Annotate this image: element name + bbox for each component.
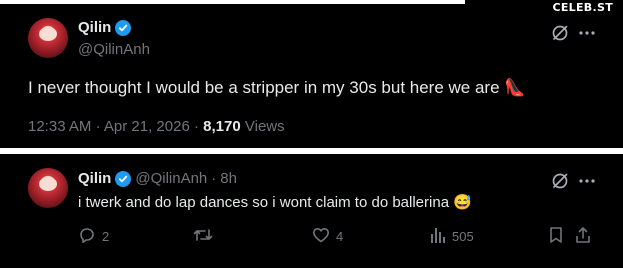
tweet-body: i twerk and do lap dances so i wont clai… — [78, 194, 450, 211]
tweet-date[interactable]: Apr 21, 2026 — [104, 118, 190, 135]
views-count[interactable]: 8,170 — [203, 118, 241, 135]
verified-icon — [115, 19, 132, 36]
reply-tweet[interactable]: Qilin @QilinAnh · 8h i twerk and do lap … — [0, 154, 623, 268]
tweet-text: i twerk and do lap dances so i wont clai… — [78, 193, 472, 211]
author-name-row[interactable]: Qilin @QilinAnh · 8h — [78, 170, 237, 187]
share-button[interactable] — [575, 226, 591, 247]
avatar[interactable] — [28, 168, 68, 208]
action-bar: 2 4 505 — [78, 226, 593, 250]
grok-icon[interactable] — [550, 171, 570, 191]
meta-dot: · — [193, 118, 199, 135]
reply-button[interactable]: 2 — [78, 226, 109, 247]
views-label: Views — [244, 118, 285, 135]
bookmark-button[interactable] — [548, 226, 564, 247]
grok-icon[interactable] — [550, 23, 570, 43]
repost-icon — [193, 226, 213, 247]
author-name-row[interactable]: Qilin — [78, 19, 132, 36]
tweet-age[interactable]: 8h — [220, 170, 237, 187]
author-name[interactable]: Qilin — [78, 170, 111, 187]
views-button[interactable]: 505 — [430, 226, 474, 247]
more-icon[interactable] — [577, 23, 597, 43]
main-tweet[interactable]: Qilin @QilinAnh I never thought I would … — [0, 4, 623, 148]
author-handle[interactable]: @QilinAnh — [135, 170, 207, 187]
reply-count: 2 — [102, 229, 110, 244]
repost-button[interactable] — [193, 226, 219, 247]
like-button[interactable]: 4 — [312, 226, 343, 247]
verified-icon — [115, 170, 132, 187]
like-count: 4 — [336, 229, 344, 244]
meta-dot: · — [95, 118, 101, 135]
reply-icon — [78, 226, 96, 247]
tweet-meta: 12:33 AM · Apr 21, 2026 · 8,170 Views — [28, 118, 285, 135]
tweet-time[interactable]: 12:33 AM — [28, 118, 91, 135]
bookmark-icon — [548, 226, 564, 247]
sweat-smile-emoji: 😅 — [453, 194, 472, 211]
more-icon[interactable] — [577, 171, 597, 191]
analytics-icon — [430, 226, 446, 247]
tweet-body: I never thought I would be a stripper in… — [28, 78, 500, 97]
heart-icon — [312, 226, 330, 247]
views-count: 505 — [452, 229, 474, 244]
author-handle[interactable]: @QilinAnh — [78, 41, 150, 58]
high-heel-emoji: 👠 — [504, 78, 526, 97]
tweet-text: I never thought I would be a stripper in… — [28, 78, 525, 98]
share-icon — [575, 226, 591, 247]
meta-dot: · — [211, 170, 217, 187]
author-name[interactable]: Qilin — [78, 19, 111, 36]
avatar[interactable] — [28, 18, 68, 58]
